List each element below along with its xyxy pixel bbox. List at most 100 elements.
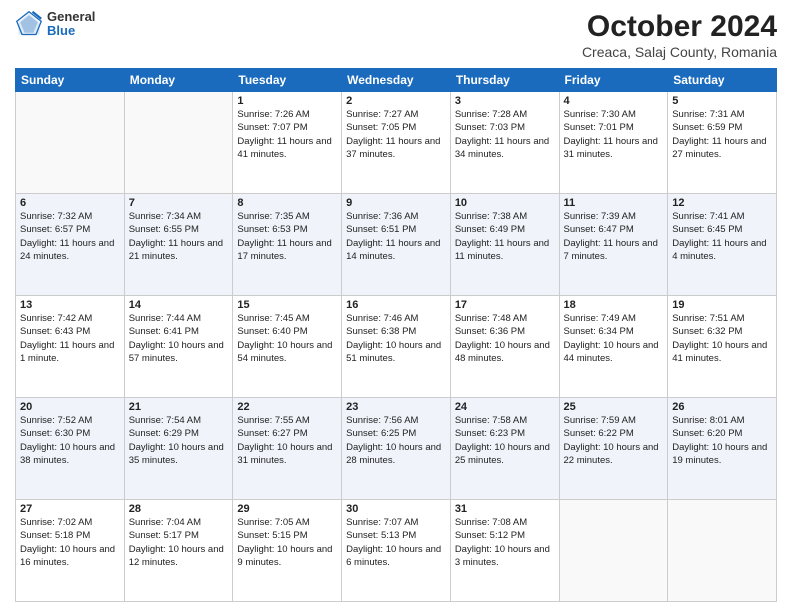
calendar-cell: 25Sunrise: 7:59 AM Sunset: 6:22 PM Dayli… [559, 398, 668, 500]
day-number: 7 [129, 197, 229, 209]
day-detail: Sunrise: 7:35 AM Sunset: 6:53 PM Dayligh… [237, 210, 337, 263]
calendar-cell: 23Sunrise: 7:56 AM Sunset: 6:25 PM Dayli… [342, 398, 451, 500]
logo-blue: Blue [47, 24, 95, 38]
calendar-week-row: 1Sunrise: 7:26 AM Sunset: 7:07 PM Daylig… [16, 92, 777, 194]
calendar-cell: 6Sunrise: 7:32 AM Sunset: 6:57 PM Daylig… [16, 194, 125, 296]
calendar-cell: 8Sunrise: 7:35 AM Sunset: 6:53 PM Daylig… [233, 194, 342, 296]
day-number: 6 [20, 197, 120, 209]
day-number: 23 [346, 401, 446, 413]
day-number: 13 [20, 299, 120, 311]
calendar-week-row: 13Sunrise: 7:42 AM Sunset: 6:43 PM Dayli… [16, 296, 777, 398]
calendar-cell: 13Sunrise: 7:42 AM Sunset: 6:43 PM Dayli… [16, 296, 125, 398]
day-detail: Sunrise: 7:38 AM Sunset: 6:49 PM Dayligh… [455, 210, 555, 263]
logo-text: General Blue [47, 10, 95, 39]
calendar-day-header: Monday [124, 69, 233, 92]
day-detail: Sunrise: 7:26 AM Sunset: 7:07 PM Dayligh… [237, 108, 337, 161]
day-number: 25 [564, 401, 664, 413]
calendar-cell: 18Sunrise: 7:49 AM Sunset: 6:34 PM Dayli… [559, 296, 668, 398]
calendar-cell [668, 500, 777, 602]
logo: General Blue [15, 10, 95, 39]
logo-general: General [47, 10, 95, 24]
calendar-cell: 31Sunrise: 7:08 AM Sunset: 5:12 PM Dayli… [450, 500, 559, 602]
calendar-cell: 20Sunrise: 7:52 AM Sunset: 6:30 PM Dayli… [16, 398, 125, 500]
day-number: 3 [455, 95, 555, 107]
calendar-week-row: 20Sunrise: 7:52 AM Sunset: 6:30 PM Dayli… [16, 398, 777, 500]
day-number: 28 [129, 503, 229, 515]
calendar-day-header: Tuesday [233, 69, 342, 92]
day-detail: Sunrise: 7:52 AM Sunset: 6:30 PM Dayligh… [20, 414, 120, 467]
calendar-cell: 28Sunrise: 7:04 AM Sunset: 5:17 PM Dayli… [124, 500, 233, 602]
day-detail: Sunrise: 7:07 AM Sunset: 5:13 PM Dayligh… [346, 516, 446, 569]
calendar-cell: 10Sunrise: 7:38 AM Sunset: 6:49 PM Dayli… [450, 194, 559, 296]
calendar-week-row: 6Sunrise: 7:32 AM Sunset: 6:57 PM Daylig… [16, 194, 777, 296]
logo-icon [15, 10, 43, 38]
day-detail: Sunrise: 7:46 AM Sunset: 6:38 PM Dayligh… [346, 312, 446, 365]
day-detail: Sunrise: 7:28 AM Sunset: 7:03 PM Dayligh… [455, 108, 555, 161]
day-number: 21 [129, 401, 229, 413]
calendar-cell: 9Sunrise: 7:36 AM Sunset: 6:51 PM Daylig… [342, 194, 451, 296]
calendar-cell: 24Sunrise: 7:58 AM Sunset: 6:23 PM Dayli… [450, 398, 559, 500]
calendar-cell: 22Sunrise: 7:55 AM Sunset: 6:27 PM Dayli… [233, 398, 342, 500]
day-detail: Sunrise: 7:02 AM Sunset: 5:18 PM Dayligh… [20, 516, 120, 569]
page-title: October 2024 [582, 10, 777, 44]
day-detail: Sunrise: 7:45 AM Sunset: 6:40 PM Dayligh… [237, 312, 337, 365]
day-detail: Sunrise: 7:58 AM Sunset: 6:23 PM Dayligh… [455, 414, 555, 467]
calendar-cell [16, 92, 125, 194]
day-number: 26 [672, 401, 772, 413]
day-detail: Sunrise: 7:27 AM Sunset: 7:05 PM Dayligh… [346, 108, 446, 161]
day-number: 15 [237, 299, 337, 311]
calendar-day-header: Thursday [450, 69, 559, 92]
header: General Blue October 2024 Creaca, Salaj … [15, 10, 777, 60]
calendar-cell: 5Sunrise: 7:31 AM Sunset: 6:59 PM Daylig… [668, 92, 777, 194]
day-number: 31 [455, 503, 555, 515]
calendar-header-row: SundayMondayTuesdayWednesdayThursdayFrid… [16, 69, 777, 92]
calendar-cell: 21Sunrise: 7:54 AM Sunset: 6:29 PM Dayli… [124, 398, 233, 500]
calendar-cell: 2Sunrise: 7:27 AM Sunset: 7:05 PM Daylig… [342, 92, 451, 194]
calendar-cell: 15Sunrise: 7:45 AM Sunset: 6:40 PM Dayli… [233, 296, 342, 398]
day-number: 17 [455, 299, 555, 311]
title-block: October 2024 Creaca, Salaj County, Roman… [582, 10, 777, 60]
calendar-cell: 7Sunrise: 7:34 AM Sunset: 6:55 PM Daylig… [124, 194, 233, 296]
day-number: 22 [237, 401, 337, 413]
day-number: 12 [672, 197, 772, 209]
calendar-day-header: Saturday [668, 69, 777, 92]
day-number: 10 [455, 197, 555, 209]
day-number: 27 [20, 503, 120, 515]
day-number: 1 [237, 95, 337, 107]
day-number: 2 [346, 95, 446, 107]
day-detail: Sunrise: 7:56 AM Sunset: 6:25 PM Dayligh… [346, 414, 446, 467]
calendar-day-header: Sunday [16, 69, 125, 92]
calendar-cell: 19Sunrise: 7:51 AM Sunset: 6:32 PM Dayli… [668, 296, 777, 398]
calendar-cell [124, 92, 233, 194]
day-detail: Sunrise: 7:41 AM Sunset: 6:45 PM Dayligh… [672, 210, 772, 263]
calendar-day-header: Wednesday [342, 69, 451, 92]
day-detail: Sunrise: 7:36 AM Sunset: 6:51 PM Dayligh… [346, 210, 446, 263]
calendar-cell: 30Sunrise: 7:07 AM Sunset: 5:13 PM Dayli… [342, 500, 451, 602]
calendar-cell: 3Sunrise: 7:28 AM Sunset: 7:03 PM Daylig… [450, 92, 559, 194]
day-detail: Sunrise: 7:42 AM Sunset: 6:43 PM Dayligh… [20, 312, 120, 365]
calendar-table: SundayMondayTuesdayWednesdayThursdayFrid… [15, 68, 777, 602]
calendar-day-header: Friday [559, 69, 668, 92]
day-number: 16 [346, 299, 446, 311]
day-number: 18 [564, 299, 664, 311]
calendar-cell: 27Sunrise: 7:02 AM Sunset: 5:18 PM Dayli… [16, 500, 125, 602]
calendar-cell: 17Sunrise: 7:48 AM Sunset: 6:36 PM Dayli… [450, 296, 559, 398]
day-detail: Sunrise: 7:32 AM Sunset: 6:57 PM Dayligh… [20, 210, 120, 263]
calendar-cell: 26Sunrise: 8:01 AM Sunset: 6:20 PM Dayli… [668, 398, 777, 500]
day-detail: Sunrise: 7:59 AM Sunset: 6:22 PM Dayligh… [564, 414, 664, 467]
day-number: 29 [237, 503, 337, 515]
day-number: 9 [346, 197, 446, 209]
day-number: 14 [129, 299, 229, 311]
day-number: 20 [20, 401, 120, 413]
day-detail: Sunrise: 7:44 AM Sunset: 6:41 PM Dayligh… [129, 312, 229, 365]
day-detail: Sunrise: 8:01 AM Sunset: 6:20 PM Dayligh… [672, 414, 772, 467]
calendar-cell [559, 500, 668, 602]
day-detail: Sunrise: 7:55 AM Sunset: 6:27 PM Dayligh… [237, 414, 337, 467]
day-number: 11 [564, 197, 664, 209]
calendar-cell: 1Sunrise: 7:26 AM Sunset: 7:07 PM Daylig… [233, 92, 342, 194]
day-number: 19 [672, 299, 772, 311]
calendar-cell: 11Sunrise: 7:39 AM Sunset: 6:47 PM Dayli… [559, 194, 668, 296]
day-detail: Sunrise: 7:31 AM Sunset: 6:59 PM Dayligh… [672, 108, 772, 161]
day-detail: Sunrise: 7:05 AM Sunset: 5:15 PM Dayligh… [237, 516, 337, 569]
day-detail: Sunrise: 7:48 AM Sunset: 6:36 PM Dayligh… [455, 312, 555, 365]
